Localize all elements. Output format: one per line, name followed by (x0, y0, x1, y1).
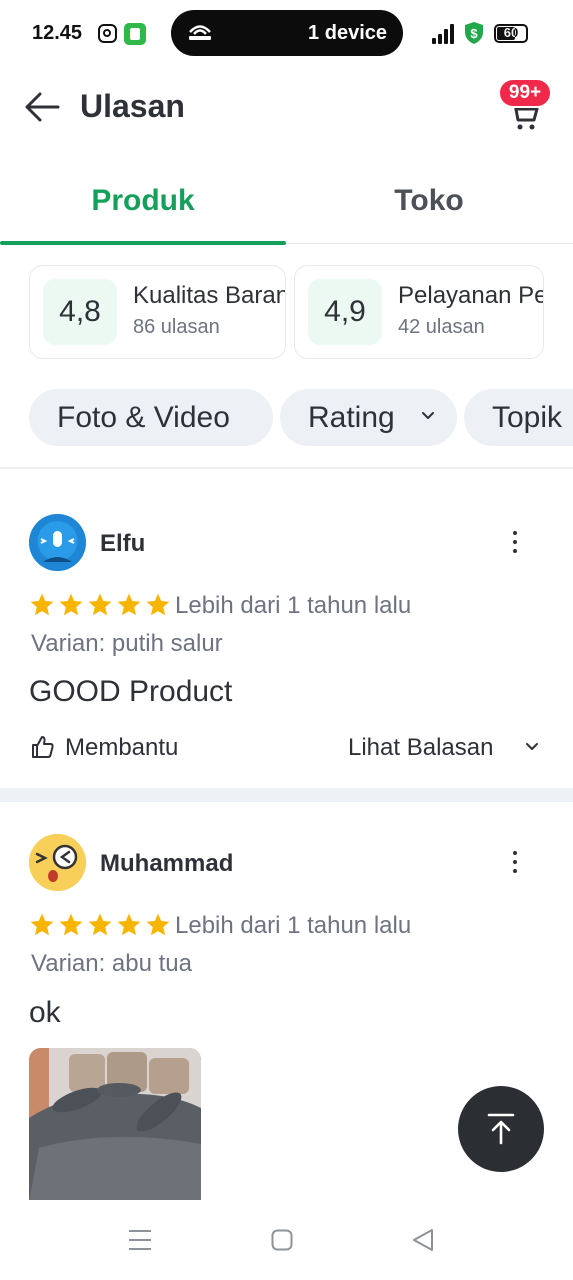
avatar[interactable] (29, 514, 86, 571)
review-photo[interactable] (29, 1048, 201, 1202)
chevron-down-icon[interactable] (525, 742, 539, 752)
review-separator (0, 788, 573, 802)
hotspot-device-count: 1 device (308, 22, 387, 44)
battery-level: 60 (503, 25, 519, 40)
status-bar: 12.45 1 device $ 60 (0, 0, 573, 66)
home-icon[interactable] (271, 1229, 293, 1251)
star-icon (30, 593, 54, 616)
rating-score: 4,8 (43, 279, 117, 345)
more-options-icon[interactable] (504, 528, 526, 558)
bed-photo-image (29, 1048, 201, 1202)
review-time: Lebih dari 1 tahun lalu (175, 592, 412, 619)
svg-text:$: $ (470, 26, 478, 41)
review-card: Elfu Lebih dari 1 tahun lalu Varian: put… (0, 468, 573, 788)
rating-card-count: 42 ulasan (398, 316, 485, 338)
more-options-icon[interactable] (504, 848, 526, 878)
star-icon (146, 913, 170, 936)
avatar[interactable] (29, 834, 86, 891)
star-icon (146, 593, 170, 616)
filter-chip-photo-video[interactable]: Foto & Video (29, 389, 273, 446)
rating-score: 4,9 (308, 279, 382, 345)
star-icon (117, 913, 141, 936)
filter-chip-label: Topik (492, 401, 563, 434)
star-icon (88, 593, 112, 616)
rating-card-service[interactable]: 4,9 Pelayanan Penjual 42 ulasan (294, 265, 544, 359)
star-icon (59, 593, 83, 616)
cart-count-badge: 99+ (498, 78, 552, 108)
back-triangle-icon[interactable] (412, 1228, 434, 1252)
recent-apps-icon[interactable] (128, 1229, 152, 1251)
thumbs-up-icon (32, 736, 54, 758)
view-replies-button[interactable]: Lihat Balasan (348, 734, 493, 762)
reviewer-name[interactable]: Muhammad (100, 850, 233, 878)
hotspot-icon (189, 25, 211, 40)
signal-icon (432, 24, 458, 44)
rating-card-title: Pelayanan Penjual (398, 282, 543, 309)
review-text: GOOD Product (29, 675, 233, 708)
rating-card-count: 86 ulasan (133, 316, 220, 338)
back-arrow-icon[interactable] (24, 90, 62, 124)
robot-avatar-icon (29, 514, 86, 571)
tab-toko[interactable]: Toko (286, 152, 572, 244)
rating-card-title: Kualitas Barang (133, 282, 286, 309)
filter-chip-rating[interactable]: Rating (280, 389, 457, 446)
arrow-up-icon (487, 1113, 515, 1145)
cart-button[interactable]: 99+ (496, 78, 556, 138)
star-icon (30, 913, 54, 936)
star-icon (59, 913, 83, 936)
filter-chip-label: Rating (308, 401, 395, 434)
rating-card-quality[interactable]: 4,8 Kualitas Barang 86 ulasan (29, 265, 286, 359)
review-time: Lebih dari 1 tahun lalu (175, 912, 412, 939)
review-variant: Varian: abu tua (31, 950, 193, 977)
reviewer-name[interactable]: Elfu (100, 530, 145, 558)
battery-icon: 60 (494, 24, 528, 43)
system-nav-bar (0, 1200, 573, 1280)
filter-chips: Foto & Video Rating Topik (29, 389, 573, 446)
rating-summary-cards: 4,8 Kualitas Barang 86 ulasan 4,9 Pelaya… (29, 265, 573, 359)
review-text: ok (29, 996, 61, 1029)
review-tabs: Produk Toko (0, 152, 573, 245)
scroll-to-top-button[interactable] (458, 1086, 544, 1172)
app-header: Ulasan 99+ (0, 66, 573, 152)
instagram-icon (98, 24, 117, 43)
star-icon (117, 593, 141, 616)
star-icon (88, 913, 112, 936)
review-variant: Varian: putih salur (31, 630, 223, 657)
helpful-label: Membantu (65, 734, 179, 761)
emoji-avatar-icon (29, 834, 86, 891)
dynamic-island-pill: 1 device (171, 10, 403, 56)
app-notification-icon (124, 23, 146, 45)
shield-icon: $ (465, 22, 483, 44)
filter-chip-label: Foto & Video (57, 401, 230, 434)
tab-produk[interactable]: Produk (0, 152, 286, 244)
filter-chip-topic[interactable]: Topik (464, 389, 573, 446)
page-title: Ulasan (80, 88, 185, 124)
active-tab-indicator (0, 241, 286, 245)
chevron-down-icon (422, 412, 434, 419)
status-time: 12.45 (32, 22, 83, 44)
